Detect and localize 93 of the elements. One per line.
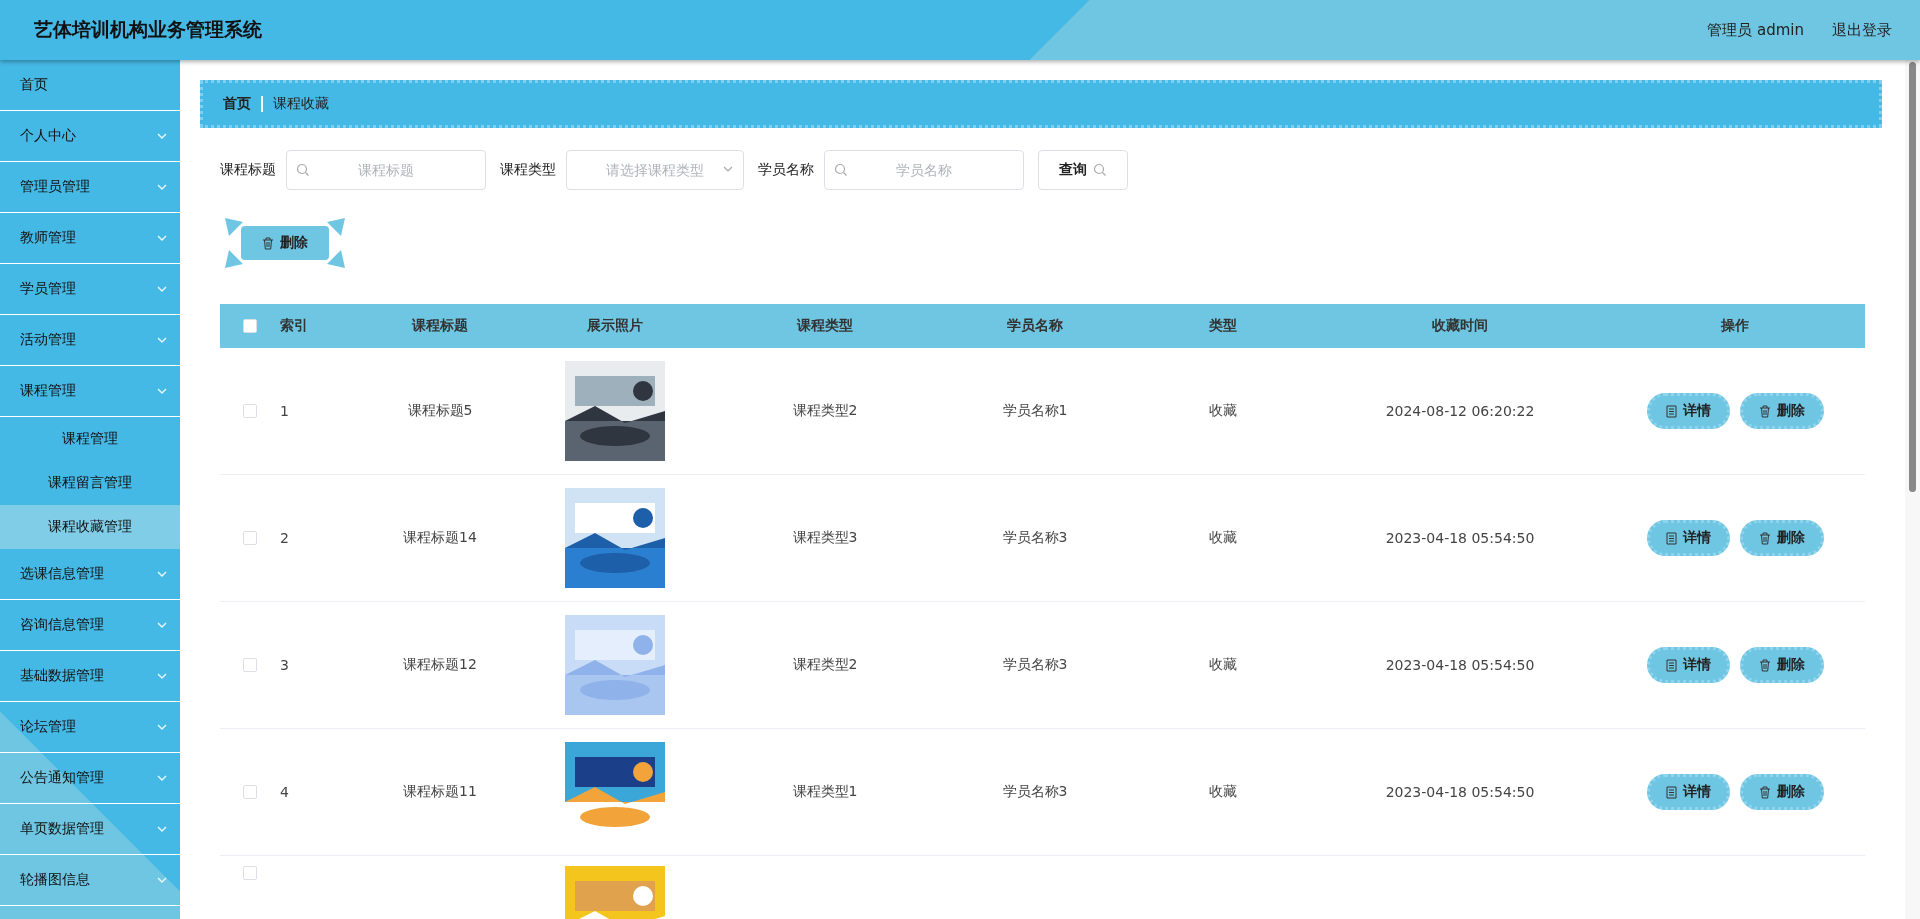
column-header: 索引 [280, 317, 308, 335]
table-cell: 2023-04-18 05:54:50 [1385, 530, 1535, 546]
details-button[interactable]: 详情 [1646, 393, 1730, 429]
column-header: 操作 [1721, 317, 1749, 335]
table-cell: 收藏 [1208, 402, 1237, 420]
details-button[interactable]: 详情 [1646, 774, 1730, 810]
sidebar-subitem[interactable]: 课程收藏管理 [0, 505, 180, 549]
table-cell: 2024-08-12 06:20:22 [1385, 403, 1535, 419]
column-header: 展示照片 [587, 317, 643, 335]
sidebar-item[interactable]: 教师管理 [0, 213, 180, 264]
sidebar-item[interactable]: 学员管理 [0, 264, 180, 315]
query-button[interactable]: 查询 [1038, 150, 1128, 190]
field-label: 学员名称 [758, 161, 814, 179]
table-cell: 课程标题11 [403, 783, 477, 801]
trash-icon [1758, 658, 1771, 672]
table-cell: 学员名称3 [1002, 529, 1068, 547]
scrollbar[interactable] [1905, 60, 1920, 919]
sidebar-item[interactable]: 个人中心 [0, 111, 180, 162]
trash-icon [262, 236, 274, 250]
corner-decoration [327, 250, 345, 268]
row-checkbox[interactable] [243, 658, 257, 672]
select-field[interactable]: 请选择课程类型 [566, 150, 744, 190]
table-cell: 1 [280, 403, 289, 419]
sidebar-item[interactable]: 课程管理 [0, 366, 180, 417]
table-cell: 课程标题12 [403, 656, 477, 674]
logout-link[interactable]: 退出登录 [1832, 20, 1892, 40]
details-button[interactable]: 详情 [1646, 647, 1730, 683]
table-cell: 收藏 [1208, 656, 1237, 674]
field-label: 课程类型 [500, 161, 556, 179]
table-cell: 4 [280, 784, 289, 800]
row-checkbox[interactable] [243, 785, 257, 799]
user-name: 管理员 admin [1707, 20, 1804, 40]
trash-icon [1758, 785, 1771, 799]
search-field[interactable]: 学员名称 [824, 150, 1024, 190]
table-cell: 课程类型2 [792, 656, 858, 674]
trash-icon [1758, 531, 1771, 545]
corner-decoration [327, 218, 345, 236]
delete-button[interactable]: 删除 [1739, 647, 1824, 683]
breadcrumb-item[interactable]: 首页 [223, 95, 251, 113]
table-cell: 收藏 [1208, 529, 1237, 547]
sidebar-item[interactable]: 管理员管理 [0, 162, 180, 213]
details-button[interactable]: 详情 [1646, 520, 1730, 556]
search-icon [296, 163, 310, 177]
table-cell: 学员名称1 [1002, 402, 1068, 420]
delete-button[interactable]: 删除 [1739, 774, 1824, 810]
breadcrumb-item[interactable]: 课程收藏 [273, 95, 329, 113]
column-header: 课程标题 [412, 317, 468, 335]
trash-icon [1758, 404, 1771, 418]
sidebar-item[interactable]: 单页数据管理 [0, 804, 180, 855]
table-cell: 课程标题5 [407, 402, 473, 420]
sidebar-item[interactable]: 首页 [0, 60, 180, 111]
search-icon [834, 163, 848, 177]
table-cell: 3 [280, 657, 289, 673]
document-icon [1665, 658, 1677, 672]
sidebar-item[interactable]: 基础数据管理 [0, 651, 180, 702]
app-title: 艺体培训机构业务管理系统 [34, 17, 262, 42]
delete-button[interactable]: 删除 [1739, 520, 1824, 556]
sidebar-item[interactable]: 选课信息管理 [0, 549, 180, 600]
field-label: 课程标题 [220, 161, 276, 179]
table-cell: 收藏 [1208, 783, 1237, 801]
sidebar-item[interactable]: 活动管理 [0, 315, 180, 366]
document-icon [1665, 404, 1677, 418]
document-icon [1665, 531, 1677, 545]
table-cell: 课程类型2 [792, 402, 858, 420]
delete-button[interactable]: 删除 [241, 226, 329, 260]
table-cell: 学员名称3 [1002, 656, 1068, 674]
table-cell: 2023-04-18 05:54:50 [1385, 657, 1535, 673]
search-field[interactable]: 课程标题 [286, 150, 486, 190]
sidebar-item[interactable]: 论坛管理 [0, 702, 180, 753]
sidebar-subitem[interactable]: 课程留言管理 [0, 461, 180, 505]
sidebar-subitem[interactable]: 课程管理 [0, 417, 180, 461]
table-cell: 2023-04-18 05:54:50 [1385, 784, 1535, 800]
table-cell: 课程标题14 [403, 529, 477, 547]
sidebar-item[interactable]: 轮播图信息 [0, 855, 180, 906]
row-checkbox[interactable] [243, 866, 257, 880]
column-header: 收藏时间 [1432, 317, 1488, 335]
sidebar-item[interactable]: 咨询信息管理 [0, 600, 180, 651]
corner-decoration [225, 250, 243, 268]
select-all-checkbox[interactable] [243, 319, 257, 333]
table-cell: 课程类型1 [792, 783, 858, 801]
sidebar-item[interactable]: 公告通知管理 [0, 753, 180, 804]
document-icon [1665, 785, 1677, 799]
row-checkbox[interactable] [243, 404, 257, 418]
column-header: 课程类型 [797, 317, 853, 335]
corner-decoration [225, 218, 243, 236]
delete-button[interactable]: 删除 [1739, 393, 1824, 429]
column-header: 学员名称 [1007, 317, 1063, 335]
row-checkbox[interactable] [243, 531, 257, 545]
table-cell: 学员名称3 [1002, 783, 1068, 801]
search-icon [1093, 163, 1107, 177]
column-header: 类型 [1208, 317, 1237, 335]
table-cell: 2 [280, 530, 289, 546]
table-cell: 课程类型3 [792, 529, 858, 547]
